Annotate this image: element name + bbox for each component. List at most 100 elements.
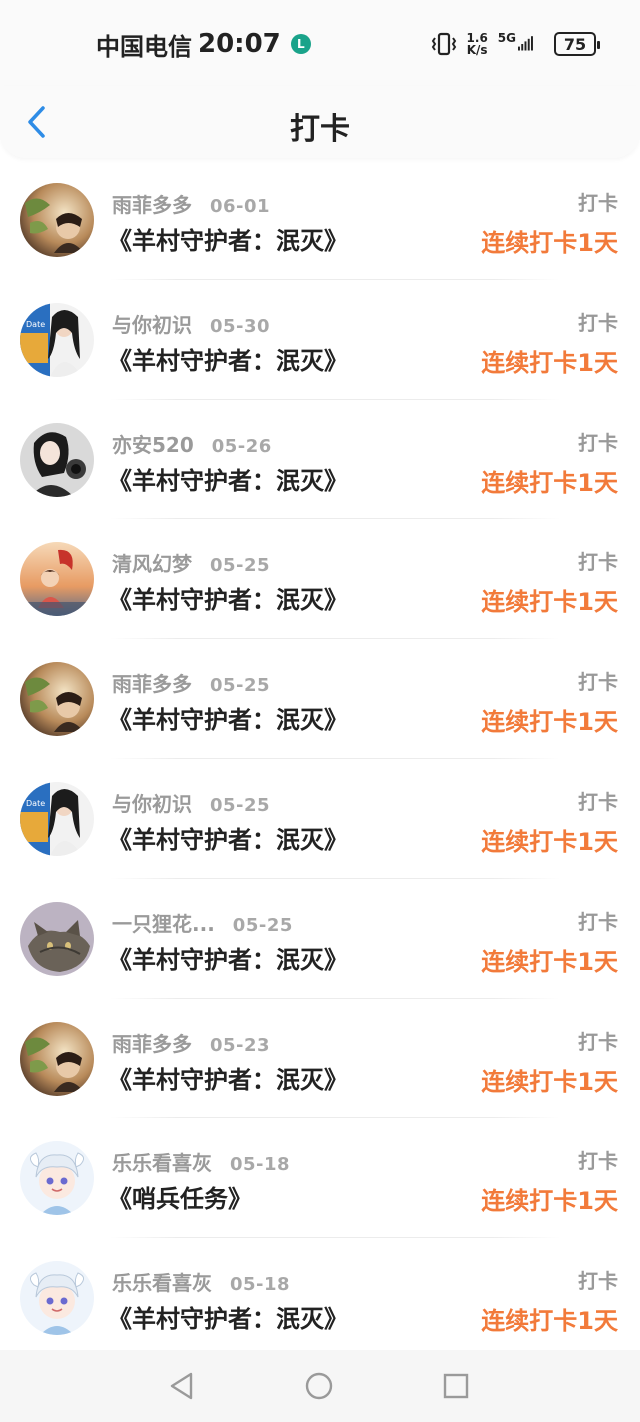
checkin-date: 06-01 (210, 196, 271, 217)
streak-badge: 连续打卡1天 (481, 708, 618, 737)
item-meta: 乐乐看喜灰 05-18 (112, 1147, 290, 1176)
list-item[interactable]: 乐乐看喜灰 05-18 《哨兵任务》 打卡 连续打卡1天 (0, 1118, 640, 1239)
streak-badge: 连续打卡1天 (481, 827, 618, 856)
list-item[interactable]: 雨菲多多 05-25 《羊村守护者：泯灭》 打卡 连续打卡1天 (0, 639, 640, 759)
user-name[interactable]: 亦安520 (112, 429, 194, 458)
checkin-label: 打卡 (578, 310, 618, 335)
checkin-label: 打卡 (578, 1149, 618, 1174)
checkin-date: 05-25 (210, 675, 271, 697)
list-item[interactable]: 雨菲多多 05-23 《羊村守护者：泯灭》 打卡 连续打卡1天 (0, 999, 640, 1119)
network-type: 5G (497, 31, 516, 45)
list-item[interactable]: Date 与你初识 05-25 《羊村守护者：泯灭》 打卡 连续打卡1天 (0, 759, 640, 879)
book-title[interactable]: 《羊村守护者：泯灭》 (108, 580, 348, 615)
book-title[interactable]: 《哨兵任务》 (108, 1179, 252, 1214)
checkin-label: 打卡 (578, 191, 618, 215)
book-title[interactable]: 《羊村守护者：泯灭》 (108, 820, 348, 855)
signal-group: 5G (498, 32, 544, 56)
app-indicator-icon: L (290, 34, 311, 54)
book-title[interactable]: 《羊村守护者：泯灭》 (108, 1299, 348, 1334)
list-item[interactable]: 清风幻梦 05-25 《羊村守护者：泯灭》 打卡 连续打卡1天 (0, 519, 640, 640)
status-bar: 中国电信 20:07 L 1.6 K/s 5G 75 (0, 0, 640, 86)
avatar[interactable] (20, 1141, 94, 1216)
avatar[interactable] (20, 1021, 94, 1096)
checkin-label: 打卡 (578, 550, 618, 575)
status-left: 中国电信 20:07 L (96, 28, 311, 61)
item-meta: 与你初识 05-25 (112, 788, 270, 817)
page-title: 打卡 (290, 112, 350, 147)
system-nav-bar (0, 1350, 640, 1422)
avatar[interactable] (20, 422, 94, 497)
list-item[interactable]: 乐乐看喜灰 05-18 《羊村守护者：泯灭》 打卡 连续打卡1天 (0, 1238, 640, 1358)
streak-badge: 连续打卡1天 (481, 1067, 618, 1096)
checkin-date: 05-25 (210, 794, 271, 816)
streak-badge: 连续打卡1天 (481, 588, 618, 617)
streak-badge: 连续打卡1天 (481, 229, 618, 257)
checkin-label: 打卡 (578, 909, 618, 934)
checkin-date: 05-18 (230, 1274, 291, 1296)
user-name[interactable]: 雨菲多多 (112, 1028, 192, 1057)
book-title[interactable]: 《羊村守护者：泯灭》 (108, 341, 348, 376)
streak-badge: 连续打卡1天 (481, 947, 618, 976)
avatar[interactable] (20, 901, 94, 976)
list-item[interactable]: Date 与你初识 05-30 《羊村守护者：泯灭》 打卡 连续打卡1天 (0, 280, 640, 400)
avatar[interactable] (20, 542, 94, 617)
avatar[interactable]: Date (20, 302, 94, 377)
item-meta: 乐乐看喜灰 05-18 (112, 1267, 290, 1296)
user-name[interactable]: 一只狸花... (112, 908, 215, 937)
triangle-back-icon (170, 1372, 193, 1400)
battery-indicator: 75 (554, 32, 600, 56)
avatar[interactable]: Date (20, 781, 94, 856)
user-name[interactable]: 与你初识 (112, 309, 192, 338)
checkin-date: 05-25 (232, 914, 293, 936)
avatar[interactable] (20, 662, 94, 737)
avatar[interactable] (20, 183, 94, 257)
checkin-date: 05-25 (210, 555, 271, 577)
status-right: 1.6 K/s 5G 75 (431, 28, 600, 60)
checkin-label: 打卡 (578, 789, 618, 814)
item-meta: 雨菲多多 05-25 (112, 668, 270, 697)
streak-badge: 连续打卡1天 (481, 468, 618, 497)
list-item[interactable]: 一只狸花... 05-25 《羊村守护者：泯灭》 打卡 连续打卡1天 (0, 879, 640, 999)
user-name[interactable]: 与你初识 (112, 788, 192, 817)
vibrate-icon (431, 32, 456, 56)
book-title[interactable]: 《羊村守护者：泯灭》 (108, 1060, 348, 1095)
nav-home-button[interactable] (303, 1370, 335, 1402)
circle-home-icon (305, 1372, 333, 1400)
user-name[interactable]: 雨菲多多 (112, 668, 192, 697)
network-speed: 1.6 K/s (467, 32, 488, 56)
item-meta: 亦安520 05-26 (112, 429, 272, 458)
signal-icon (518, 36, 533, 51)
user-name[interactable]: 乐乐看喜灰 (112, 1267, 212, 1296)
svg-text:Date: Date (26, 320, 45, 329)
checkin-date: 05-30 (210, 315, 271, 337)
clock: 20:07 (198, 29, 281, 59)
user-name[interactable]: 乐乐看喜灰 (112, 1147, 212, 1176)
list-item[interactable]: 亦安520 05-26 《羊村守护者：泯灭》 打卡 连续打卡1天 (0, 400, 640, 520)
item-meta: 一只狸花... 05-25 (112, 908, 293, 937)
checkin-date: 05-23 (210, 1034, 271, 1056)
user-name[interactable]: 雨菲多多 (112, 189, 192, 218)
item-meta: 雨菲多多 05-23 (112, 1028, 270, 1057)
square-recent-icon (443, 1373, 469, 1399)
book-title[interactable]: 《羊村守护者：泯灭》 (108, 940, 348, 975)
nav-recent-button[interactable] (440, 1370, 472, 1402)
svg-text:Date: Date (26, 799, 45, 808)
item-meta: 与你初识 05-30 (112, 309, 270, 338)
title-bar: 打卡 (0, 86, 640, 158)
speed-unit: K/s (466, 43, 488, 57)
checkin-label: 打卡 (578, 430, 618, 455)
nav-back-button[interactable] (166, 1370, 198, 1402)
streak-badge: 连续打卡1天 (481, 348, 618, 377)
item-meta: 清风幻梦 05-25 (112, 548, 270, 577)
checkin-label: 打卡 (578, 1029, 618, 1054)
book-title[interactable]: 《羊村守护者：泯灭》 (108, 700, 348, 735)
user-name[interactable]: 清风幻梦 (112, 548, 192, 577)
list-item[interactable]: 雨菲多多 06-01 《羊村守护者：泯灭》 打卡 连续打卡1天 (0, 160, 640, 280)
checkin-label: 打卡 (578, 1269, 618, 1294)
item-meta: 雨菲多多 06-01 (112, 189, 270, 218)
avatar[interactable] (20, 1261, 94, 1336)
streak-badge: 连续打卡1天 (481, 1187, 618, 1216)
carrier-label: 中国电信 (96, 32, 192, 61)
book-title[interactable]: 《羊村守护者：泯灭》 (108, 221, 348, 256)
book-title[interactable]: 《羊村守护者：泯灭》 (108, 461, 348, 496)
